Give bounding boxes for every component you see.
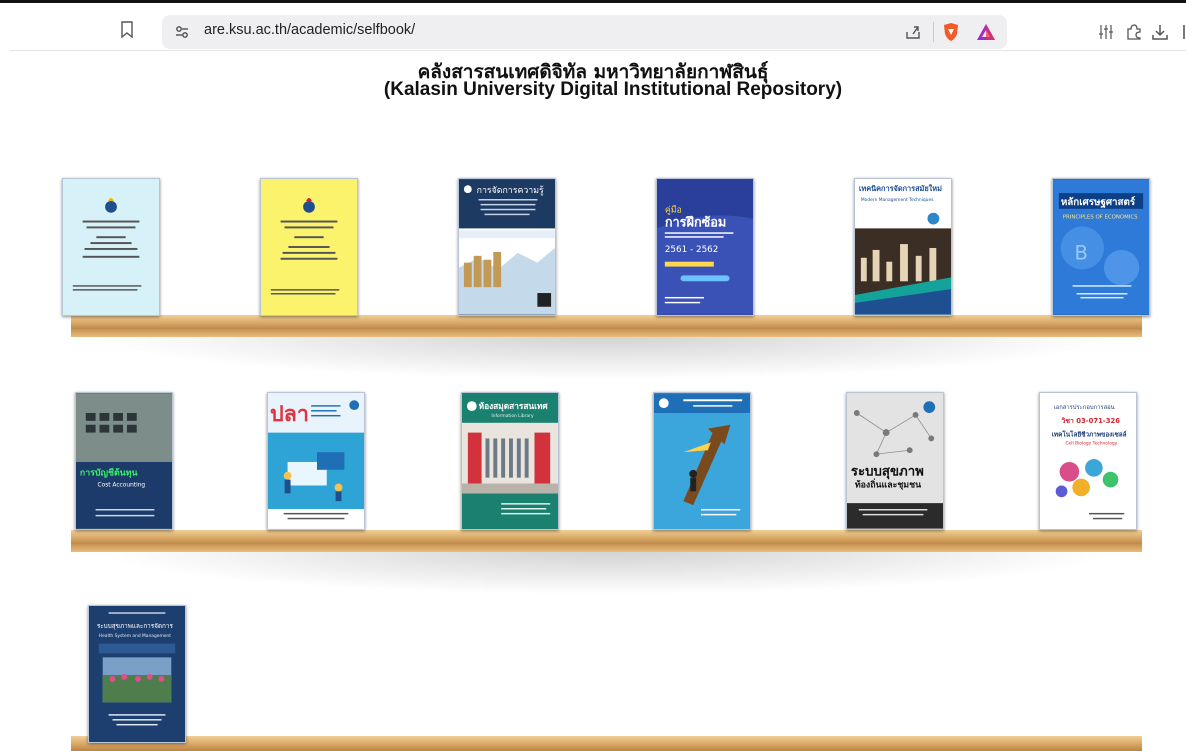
svg-text:หลักเศรษฐศาสตร์: หลักเศรษฐศาสตร์	[1061, 196, 1136, 208]
book-cover-image: หลักเศรษฐศาสตร์ PRINCIPLES OF ECONOMICS …	[1053, 179, 1149, 315]
svg-text:การฝึกซ้อม: การฝึกซ้อม	[665, 214, 726, 230]
book-principles-of-economics[interactable]: หลักเศรษฐศาสตร์ PRINCIPLES OF ECONOMICS …	[1052, 178, 1150, 316]
book-cover-image	[63, 179, 159, 315]
svg-text:B: B	[1075, 242, 1088, 265]
svg-text:คู่มือ: คู่มือ	[665, 205, 682, 216]
bookmark-icon[interactable]	[121, 21, 133, 38]
bookshelf	[71, 530, 1142, 545]
book-cover-image: การจัดการความรู้	[459, 179, 555, 315]
book-knowledge-management[interactable]: การจัดการความรู้	[458, 178, 556, 316]
menu-edge-icon[interactable]	[1180, 23, 1186, 41]
svg-text:เอกสารประกอบการสอน: เอกสารประกอบการสอน	[1054, 404, 1115, 411]
svg-text:ปลา: ปลา	[270, 402, 309, 427]
svg-text:2561 - 2562: 2561 - 2562	[665, 245, 719, 255]
downloads-icon[interactable]	[1151, 23, 1169, 41]
share-icon[interactable]	[904, 23, 922, 41]
shelf-shadow	[90, 550, 1120, 595]
bookshelf	[71, 315, 1142, 330]
book-cover-image: ระบบสุขภาพ ท้องถิ่นและชุมชน	[847, 393, 943, 529]
site-settings-icon[interactable]	[175, 25, 189, 39]
svg-text:การบัญชีต้นทุน: การบัญชีต้นทุน	[80, 468, 138, 479]
svg-text:Information Library: Information Library	[491, 413, 534, 419]
svg-text:เทคโนโลยีชีวภาพของเซลล์: เทคโนโลยีชีวภาพของเซลล์	[1052, 430, 1127, 439]
book-cover-image: ระบบสุขภาพและการจัดการ Health System and…	[89, 606, 185, 742]
svg-text:Cost Accounting: Cost Accounting	[98, 482, 146, 488]
shelf-shadow	[90, 335, 1120, 380]
svg-text:Cell Biology Technology: Cell Biology Technology	[1065, 440, 1117, 446]
address-bar[interactable]: are.ksu.ac.th/academic/selfbook/	[162, 15, 1007, 49]
toolbar-separator	[933, 22, 934, 42]
book-cover-image: คู่มือ การฝึกซ้อม 2561 - 2562	[657, 179, 753, 315]
book-cover-image: การบัญชีต้นทุน Cost Accounting	[76, 393, 172, 529]
svg-text:Health System and Management: Health System and Management	[99, 633, 171, 639]
book-training-manual[interactable]: คู่มือ การฝึกซ้อม 2561 - 2562	[656, 178, 754, 316]
page-title-english: (Kalasin University Digital Institutiona…	[383, 79, 843, 100]
media-controls-icon[interactable]	[1098, 24, 1114, 40]
book-cost-accounting[interactable]: การบัญชีต้นทุน Cost Accounting	[75, 392, 173, 530]
svg-text:ห้องสมุดสารสนเทศ: ห้องสมุดสารสนเทศ	[479, 401, 549, 412]
svg-text:PRINCIPLES OF ECONOMICS: PRINCIPLES OF ECONOMICS	[1063, 215, 1138, 221]
svg-text:วิชา 03-071-326: วิชา 03-071-326	[1061, 417, 1120, 425]
bookshelf-edge	[71, 544, 1142, 552]
url-text[interactable]: are.ksu.ac.th/academic/selfbook/	[204, 22, 415, 38]
bookshelf	[71, 736, 1142, 751]
book-fish[interactable]: ปลา	[267, 392, 365, 530]
svg-text:เทคนิคการจัดการสมัยใหม่: เทคนิคการจัดการสมัยใหม่	[859, 184, 942, 193]
book-annual-report-2566[interactable]	[260, 178, 358, 316]
svg-text:ระบบสุขภาพและการจัดการ: ระบบสุขภาพและการจัดการ	[97, 623, 174, 630]
svg-text:Modern Management Techniques: Modern Management Techniques	[861, 197, 934, 203]
book-innovation-management[interactable]	[653, 392, 751, 530]
book-annual-report-2567[interactable]	[62, 178, 160, 316]
book-cover-image: เอกสารประกอบการสอน วิชา 03-071-326 เทคโน…	[1040, 393, 1136, 529]
brave-rewards-icon[interactable]	[976, 23, 996, 41]
browser-toolbar: are.ksu.ac.th/academic/selfbook/	[10, 3, 1186, 51]
svg-text:การจัดการความรู้: การจัดการความรู้	[477, 185, 544, 196]
book-cell-biology-technology[interactable]: เอกสารประกอบการสอน วิชา 03-071-326 เทคโน…	[1039, 392, 1137, 530]
svg-text:ระบบสุขภาพ: ระบบสุขภาพ	[851, 465, 924, 480]
book-cover-image	[654, 393, 750, 529]
brave-shield-icon[interactable]	[942, 22, 960, 42]
bookshelf-edge	[71, 329, 1142, 337]
book-health-system-management[interactable]: ระบบสุขภาพและการจัดการ Health System and…	[88, 605, 186, 743]
book-modern-management-techniques[interactable]: เทคนิคการจัดการสมัยใหม่ Modern Managemen…	[854, 178, 952, 316]
extensions-icon[interactable]	[1125, 23, 1143, 41]
book-information-library[interactable]: ห้องสมุดสารสนเทศ Information Library	[461, 392, 559, 530]
book-cover-image: เทคนิคการจัดการสมัยใหม่ Modern Managemen…	[855, 179, 951, 315]
book-cover-image: ปลา	[268, 393, 364, 529]
book-community-health-system[interactable]: ระบบสุขภาพ ท้องถิ่นและชุมชน	[846, 392, 944, 530]
book-cover-image: ห้องสมุดสารสนเทศ Information Library	[462, 393, 558, 529]
book-cover-image	[261, 179, 357, 315]
